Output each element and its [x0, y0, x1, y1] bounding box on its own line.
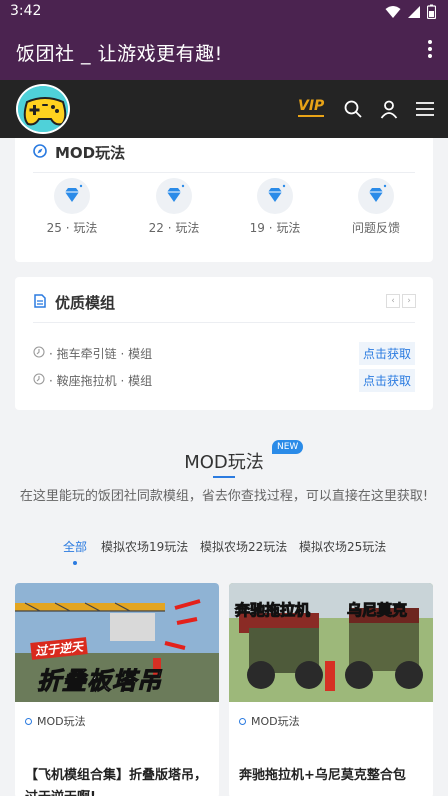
tab-fs22[interactable]: 模拟农场22玩法 — [200, 538, 287, 555]
list-item[interactable]: · 拖车牵引链 · 模组 点击获取 — [33, 342, 415, 365]
battery-icon — [427, 4, 436, 19]
mode-item-22[interactable]: 22 · 玩法 — [134, 178, 214, 236]
section-title: MOD玩法 — [184, 452, 264, 473]
thumbnail-caption-right: 乌尼莫克 — [346, 601, 408, 620]
vip-link[interactable]: VIP — [298, 98, 325, 117]
mode-label: 问题反馈 — [351, 221, 400, 235]
clock-icon — [33, 346, 45, 358]
post-category[interactable]: MOD玩法 — [25, 713, 86, 729]
document-icon — [34, 294, 46, 308]
app-title: 饭团社 _ 让游戏更有趣! — [16, 43, 223, 65]
signal-icon — [408, 5, 420, 18]
mode-item-19[interactable]: 19 · 玩法 — [235, 178, 315, 236]
diamond-icon — [369, 184, 387, 202]
quality-mods-card-title: 优质模组 — [55, 294, 116, 312]
post-category[interactable]: MOD玩法 — [239, 713, 300, 729]
diamond-icon — [268, 184, 286, 202]
post-thumbnail: 过于逆天 折叠板塔吊 — [15, 583, 219, 702]
status-bar: 3:42 — [0, 0, 448, 24]
thumbnail-caption-main: 折叠板塔吊 — [37, 667, 162, 696]
post-title[interactable]: 奔驰拖拉机+乌尼莫克整合包 — [239, 765, 425, 787]
tab-fs19[interactable]: 模拟农场19玩法 — [101, 538, 188, 555]
post-thumbnail: 奔驰拖拉机 乌尼莫克 — [229, 583, 433, 702]
site-header: VIP — [0, 80, 448, 138]
mode-item-25[interactable]: 25 · 玩法 — [32, 178, 112, 236]
tab-all[interactable]: 全部 — [63, 538, 87, 555]
card-pager: ‹ › — [386, 294, 416, 308]
post-card[interactable]: 过于逆天 折叠板塔吊 MOD玩法 【飞机模组合集】折叠版塔吊，过于逆天啊! — [15, 583, 219, 796]
post-card[interactable]: 奔驰拖拉机 乌尼莫克 MOD玩法 奔驰拖拉机+乌尼莫克整合包 — [229, 583, 433, 796]
user-icon[interactable] — [379, 99, 399, 119]
search-icon[interactable] — [343, 99, 363, 119]
mode-label: 25 · 玩法 — [46, 221, 98, 235]
gamepad-logo-icon — [18, 86, 68, 132]
list-item[interactable]: · 鞍座拖拉机 · 模组 点击获取 — [33, 369, 415, 392]
mode-label: 22 · 玩法 — [148, 221, 200, 235]
page-content[interactable]: MOD玩法 25 · 玩法 22 · 玩法 19 · 玩法 问题反馈 优质模组 … — [0, 138, 448, 796]
menu-icon[interactable] — [415, 99, 435, 119]
thumbnail-caption-left: 奔驰拖拉机 — [234, 601, 311, 620]
next-page-button[interactable]: › — [402, 294, 416, 308]
mode-item-feedback[interactable]: 问题反馈 — [336, 178, 416, 236]
mod-play-card: MOD玩法 25 · 玩法 22 · 玩法 19 · 玩法 问题反馈 — [15, 138, 433, 262]
post-title[interactable]: 【飞机模组合集】折叠版塔吊，过于逆天啊! — [25, 765, 211, 796]
new-badge: NEW — [272, 440, 304, 454]
status-time: 3:42 — [10, 3, 42, 19]
mod-name: · 鞍座拖拉机 · 模组 — [49, 374, 153, 388]
more-options-icon[interactable] — [426, 40, 434, 62]
mod-name: · 拖车牵引链 · 模组 — [49, 347, 153, 361]
app-bar: 饭团社 _ 让游戏更有趣! — [0, 24, 448, 80]
get-mod-button[interactable]: 点击获取 — [358, 369, 415, 392]
diamond-icon — [65, 184, 83, 202]
prev-page-button[interactable]: ‹ — [386, 294, 400, 308]
mod-play-card-title: MOD玩法 — [55, 144, 126, 162]
mode-label: 19 · 玩法 — [249, 221, 301, 235]
diamond-icon — [167, 184, 185, 202]
site-logo[interactable] — [16, 84, 70, 134]
compass-icon — [33, 144, 47, 158]
tab-fs25[interactable]: 模拟农场25玩法 — [299, 538, 386, 555]
get-mod-button[interactable]: 点击获取 — [358, 342, 415, 365]
clock-icon — [33, 373, 45, 385]
quality-mods-card: 优质模组 ‹ › · 拖车牵引链 · 模组 点击获取 · 鞍座拖拉机 · 模组 … — [15, 277, 433, 410]
wifi-icon — [385, 5, 401, 18]
section-description: 在这里能玩的饭团社同款模组，省去你查找过程，可以直接在这里获取! — [19, 489, 429, 504]
